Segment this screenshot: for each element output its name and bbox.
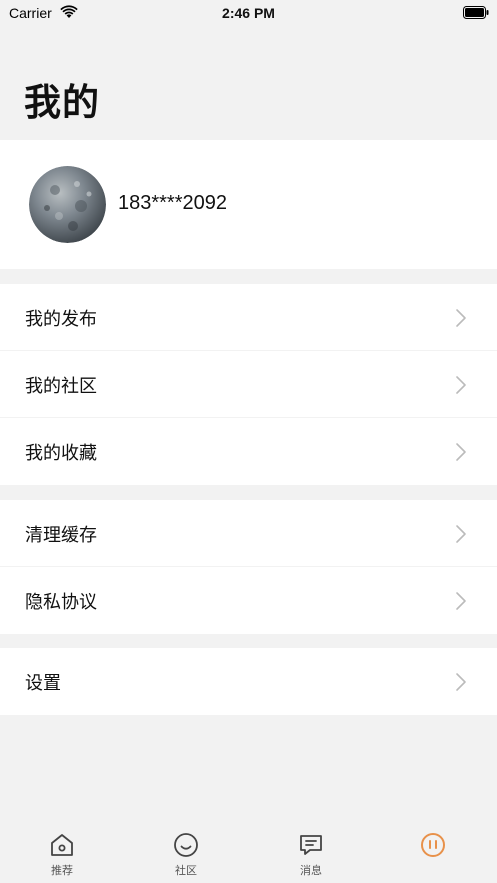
- user-phone: 183****2092: [118, 192, 227, 214]
- tab-community[interactable]: 社区: [156, 832, 216, 880]
- menu-item-my-favorites[interactable]: 我的收藏: [0, 418, 497, 485]
- menu-item-label: 我的发布: [25, 309, 97, 330]
- chevron-right-icon: [456, 673, 466, 691]
- menu-item-label: 设置: [25, 673, 61, 694]
- chevron-right-icon: [456, 525, 466, 543]
- tab-bar: 推荐 社区 消息: [0, 822, 497, 883]
- tab-recommend[interactable]: 推荐: [32, 832, 92, 880]
- profile-icon: [421, 833, 445, 857]
- menu-group-settings: 设置: [0, 648, 497, 715]
- tab-label: 社区: [175, 864, 197, 877]
- menu-item-my-community[interactable]: 我的社区: [0, 351, 497, 418]
- avatar[interactable]: [29, 166, 106, 243]
- tab-label: 推荐: [51, 864, 73, 877]
- tab-mine[interactable]: [403, 832, 463, 880]
- home-icon: [51, 834, 73, 856]
- menu-item-privacy-policy[interactable]: 隐私协议: [0, 567, 497, 634]
- page-title: 我的: [24, 81, 100, 124]
- mine-screen: Carrier 2:46 PM 我的 183****2092 我的发布 我的社区…: [0, 0, 497, 883]
- chevron-right-icon: [456, 309, 466, 327]
- menu-group-content: 我的发布 我的社区 我的收藏: [0, 284, 497, 485]
- battery-icon: [463, 6, 489, 19]
- menu-item-clear-cache[interactable]: 清理缓存: [0, 500, 497, 567]
- chevron-right-icon: [456, 592, 466, 610]
- chevron-right-icon: [456, 443, 466, 461]
- profile-card[interactable]: 183****2092: [0, 140, 497, 269]
- menu-item-label: 我的社区: [25, 376, 97, 397]
- menu-item-label: 隐私协议: [25, 592, 97, 613]
- menu-item-my-posts[interactable]: 我的发布: [0, 284, 497, 351]
- tab-messages[interactable]: 消息: [281, 832, 341, 880]
- chevron-right-icon: [456, 376, 466, 394]
- menu-item-label: 清理缓存: [25, 525, 97, 546]
- menu-group-system: 清理缓存 隐私协议: [0, 500, 497, 634]
- tab-label: 消息: [300, 864, 322, 877]
- clock: 2:46 PM: [222, 5, 275, 21]
- menu-item-settings[interactable]: 设置: [0, 648, 497, 715]
- menu-item-label: 我的收藏: [25, 443, 97, 464]
- message-icon: [300, 835, 322, 855]
- smile-icon: [174, 833, 198, 857]
- status-bar: Carrier 2:46 PM: [0, 0, 497, 26]
